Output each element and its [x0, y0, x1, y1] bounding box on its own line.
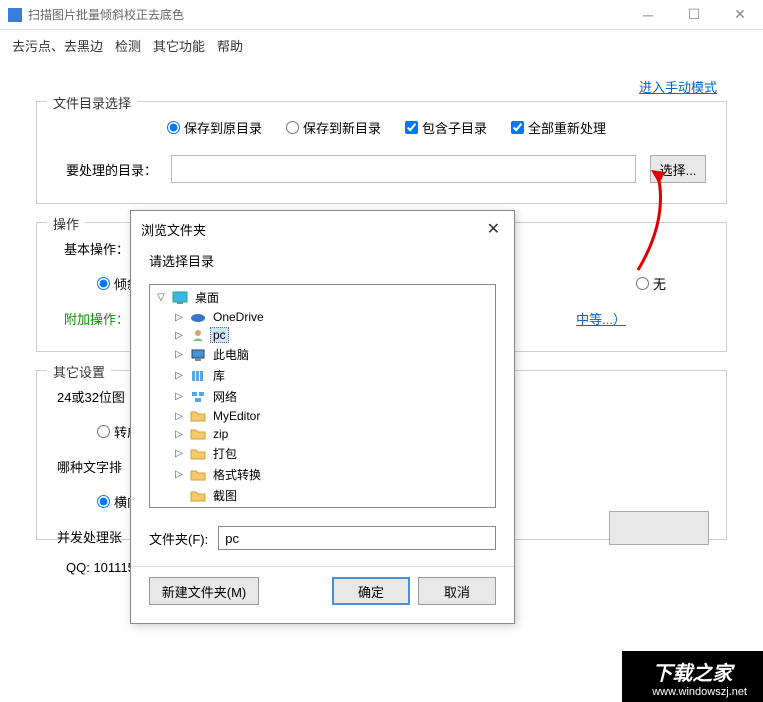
- tree-label[interactable]: pc: [210, 327, 229, 343]
- expand-icon[interactable]: ▷: [172, 429, 186, 440]
- subdir-checkbox[interactable]: 包含子目录: [405, 118, 487, 137]
- close-button[interactable]: ✕: [717, 0, 763, 30]
- expand-icon[interactable]: ▷: [172, 448, 186, 459]
- menubar: 去污点、去黑边 检测 其它功能 帮助: [0, 30, 763, 61]
- expand-icon[interactable]: ▷: [172, 312, 186, 323]
- tree-label[interactable]: 网络: [210, 387, 240, 406]
- pc-icon: [190, 348, 206, 362]
- expand-icon[interactable]: ▽: [154, 292, 168, 303]
- dialog-subtitle: 请选择目录: [131, 247, 514, 280]
- tree-node[interactable]: ▷ 格式转换: [152, 464, 493, 485]
- add-op-label: 附加操作：: [57, 309, 137, 328]
- tree-label[interactable]: OneDrive: [210, 309, 267, 325]
- menu-despeckle[interactable]: 去污点、去黑边: [8, 34, 107, 57]
- tree-node[interactable]: ▽ 桌面: [152, 287, 493, 308]
- text-dir-label: 哪种文字排: [57, 457, 130, 476]
- manual-mode-link[interactable]: 进入手动模式: [639, 80, 717, 95]
- folder-input[interactable]: [218, 526, 496, 550]
- lib-icon: [190, 369, 206, 383]
- bit-label: 24或32位图: [57, 387, 133, 406]
- tree-label[interactable]: 库: [210, 366, 228, 385]
- tree-label[interactable]: MyEditor: [210, 408, 263, 424]
- folder-icon: [190, 447, 206, 461]
- tree-node[interactable]: ▷ 网络: [152, 386, 493, 407]
- dialog-title: 浏览文件夹: [141, 220, 206, 239]
- tree-node[interactable]: ▷ MyEditor: [152, 407, 493, 425]
- tree-node[interactable]: ▷ zip: [152, 425, 493, 443]
- dir-label: 要处理的目录：: [57, 160, 157, 179]
- expand-icon[interactable]: ▷: [172, 370, 186, 381]
- tree-node[interactable]: ▷ OneDrive: [152, 308, 493, 326]
- parallel-label: 并发处理张: [57, 527, 130, 546]
- menu-help[interactable]: 帮助: [213, 34, 247, 57]
- directory-legend: 文件目录选择: [47, 93, 137, 112]
- directory-fieldset: 文件目录选择 保存到原目录 保存到新目录 包含子目录 全部重新处理 要处理的目录…: [36, 101, 727, 204]
- tree-node[interactable]: ▷库: [152, 365, 493, 386]
- tree-label[interactable]: 此电脑: [210, 345, 252, 364]
- tree-label[interactable]: 格式转换: [210, 465, 264, 484]
- reproc-checkbox[interactable]: 全部重新处理: [511, 118, 606, 137]
- dir-input[interactable]: [171, 155, 636, 183]
- folder-tree[interactable]: ▽桌面▷OneDrive▷pc▷此电脑▷库▷网络▷MyEditor▷zip▷打包…: [149, 284, 496, 508]
- folder-icon: [190, 427, 206, 441]
- tree-label[interactable]: zip: [210, 426, 231, 442]
- onedrive-icon: [190, 310, 206, 324]
- save-orig-radio[interactable]: 保存到原目录: [167, 118, 262, 137]
- browse-folder-dialog: 浏览文件夹 ✕ 请选择目录 ▽桌面▷OneDrive▷pc▷此电脑▷库▷网络▷M…: [130, 210, 515, 624]
- save-new-radio[interactable]: 保存到新目录: [286, 118, 381, 137]
- cancel-button[interactable]: 取消: [418, 577, 496, 605]
- other-legend: 其它设置: [47, 362, 111, 381]
- tree-node[interactable]: 截图: [152, 485, 493, 506]
- window-title: 扫描图片批量倾斜校正去底色: [28, 6, 625, 23]
- none-radio[interactable]: 无: [636, 274, 666, 293]
- expand-icon[interactable]: ▷: [172, 349, 186, 360]
- user-icon: [190, 328, 206, 342]
- folder-icon: [190, 489, 206, 503]
- select-dir-button[interactable]: 选择...: [650, 155, 706, 183]
- folder-icon: [190, 468, 206, 482]
- expand-icon[interactable]: ▷: [172, 330, 186, 341]
- expand-icon[interactable]: ▷: [172, 391, 186, 402]
- expand-icon[interactable]: ▷: [172, 469, 186, 480]
- folder-icon: [190, 409, 206, 423]
- folder-label: 文件夹(F):: [149, 529, 208, 548]
- ok-button[interactable]: 确定: [332, 577, 410, 605]
- maximize-button[interactable]: ☐: [671, 0, 717, 30]
- tree-label[interactable]: 桌面: [192, 288, 222, 307]
- tree-node[interactable]: ▷ 打包: [152, 443, 493, 464]
- basic-op-label: 基本操作：: [57, 239, 137, 258]
- tree-label[interactable]: 打包: [210, 444, 240, 463]
- operation-legend: 操作: [47, 214, 85, 233]
- tree-node[interactable]: ▷ 此电脑: [152, 344, 493, 365]
- tree-node[interactable]: ▷ pc: [152, 326, 493, 344]
- medium-link[interactable]: 中等...）: [576, 309, 626, 328]
- desktop-icon: [172, 291, 188, 305]
- minimize-button[interactable]: ─: [625, 0, 671, 30]
- network-icon: [190, 390, 206, 404]
- tree-label[interactable]: 截图: [210, 486, 240, 505]
- new-folder-button[interactable]: 新建文件夹(M): [149, 577, 259, 605]
- watermark: 下载之家 www.windowszj.net: [622, 651, 763, 702]
- menu-other[interactable]: 其它功能: [149, 34, 209, 57]
- app-icon: [8, 8, 22, 22]
- start-button[interactable]: [609, 511, 709, 545]
- menu-detect[interactable]: 检测: [111, 34, 145, 57]
- dialog-close-button[interactable]: ✕: [483, 219, 504, 239]
- titlebar: 扫描图片批量倾斜校正去底色 ─ ☐ ✕: [0, 0, 763, 30]
- expand-icon[interactable]: ▷: [172, 411, 186, 422]
